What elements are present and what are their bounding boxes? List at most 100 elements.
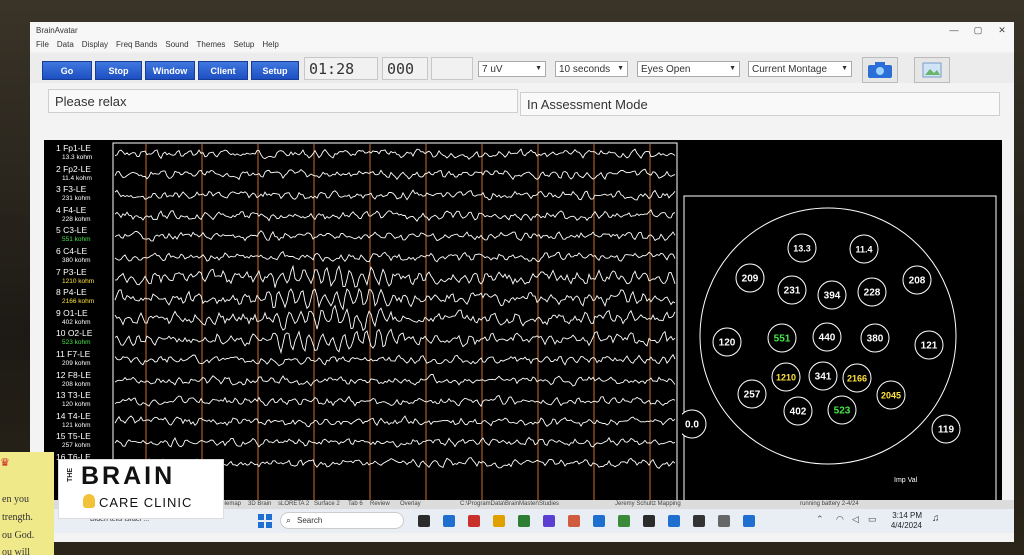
channel-name: 2 Fp2-LE bbox=[56, 163, 91, 174]
channel-label: 9 O1-LE 402 kohm bbox=[56, 308, 91, 327]
tab-review[interactable]: Review bbox=[370, 501, 390, 507]
clock-time: 3:14 PM bbox=[892, 511, 922, 520]
chevron-down-icon: ▼ bbox=[617, 65, 624, 72]
taskbar-app-icon[interactable] bbox=[518, 515, 530, 527]
menu-display[interactable]: Display bbox=[82, 40, 108, 49]
imp-val-label: Imp Val bbox=[894, 477, 918, 484]
taskbar-app-icon[interactable] bbox=[693, 515, 705, 527]
channel-label: 10 O2-LE 523 kohm bbox=[56, 329, 92, 347]
chevron-down-icon: ▼ bbox=[535, 65, 542, 72]
channel-name: 15 T5-LE bbox=[56, 431, 91, 442]
channel-name: 12 F8-LE bbox=[56, 369, 91, 380]
wifi-icon[interactable]: ◠ bbox=[836, 514, 844, 525]
notification-bell-icon[interactable]: ♫ bbox=[932, 513, 940, 524]
duration-select[interactable]: 10 seconds ▼ bbox=[555, 61, 628, 77]
eeg-trace bbox=[114, 189, 676, 201]
client-button[interactable]: Client bbox=[198, 61, 248, 80]
chevron-down-icon: ▼ bbox=[841, 65, 848, 72]
minimize-button[interactable]: — bbox=[942, 25, 966, 35]
scale-select[interactable]: 7 uV ▼ bbox=[478, 61, 546, 77]
tab-3d-brain[interactable]: 3D Brain bbox=[248, 501, 271, 507]
clock[interactable]: 3:14 PM 4/4/2024 bbox=[886, 511, 922, 531]
electrode-value: 380 bbox=[867, 334, 884, 345]
electrode-value: 231 bbox=[784, 286, 801, 297]
taskbar-app-icon[interactable] bbox=[618, 515, 630, 527]
channel-name: 3 F3-LE bbox=[56, 184, 87, 195]
tab-6[interactable]: Tab 6 bbox=[348, 501, 363, 507]
menu-setup[interactable]: Setup bbox=[233, 40, 254, 49]
taskbar-app-icon[interactable] bbox=[493, 515, 505, 527]
crown-icon: ♛ bbox=[0, 457, 10, 469]
montage-value: Current Montage bbox=[752, 63, 828, 75]
camera-button[interactable] bbox=[862, 57, 898, 83]
electrode-value: 11.4 bbox=[855, 245, 872, 255]
battery-icon[interactable]: ▭ bbox=[868, 514, 877, 525]
eeg-trace bbox=[114, 168, 676, 181]
go-button[interactable]: Go bbox=[42, 61, 92, 80]
volume-icon[interactable]: ◁ bbox=[852, 514, 859, 525]
tab-surface[interactable]: Surface 2 bbox=[314, 501, 340, 507]
eeg-trace bbox=[114, 374, 676, 387]
menu-help[interactable]: Help bbox=[262, 40, 278, 49]
channel-impedance: 121 kohm bbox=[62, 421, 91, 429]
channel-impedance: 402 kohm bbox=[62, 318, 91, 326]
logo-the: THE bbox=[67, 468, 74, 482]
search-label: Search bbox=[297, 516, 323, 525]
event-counter: 000 bbox=[382, 57, 428, 80]
eeg-trace bbox=[114, 230, 676, 242]
menu-data[interactable]: Data bbox=[57, 40, 74, 49]
taskbar-app-icon[interactable] bbox=[593, 515, 605, 527]
channel-label: 8 P4-LE 2166 kohm bbox=[56, 288, 94, 306]
stop-button[interactable]: Stop bbox=[95, 61, 142, 80]
logo-care-clinic: CARE CLINIC bbox=[99, 495, 193, 510]
channel-label: 7 P3-LE 1210 kohm bbox=[56, 266, 94, 286]
menu-themes[interactable]: Themes bbox=[197, 40, 226, 49]
electrode-value: 120 bbox=[719, 338, 736, 349]
taskbar-app-icon[interactable] bbox=[468, 515, 480, 527]
eeg-trace bbox=[114, 436, 676, 448]
eeg-trace bbox=[114, 209, 676, 222]
channel-name: 13 T3-LE bbox=[56, 390, 91, 401]
status-message: Please relax bbox=[48, 89, 518, 113]
taskbar-app-icon[interactable] bbox=[418, 515, 430, 527]
menu-sound[interactable]: Sound bbox=[165, 40, 188, 49]
menu-file[interactable]: File bbox=[36, 40, 49, 49]
tab-overlay[interactable]: Overlay bbox=[400, 501, 421, 507]
menu-freq-bands[interactable]: Freq Bands bbox=[116, 40, 157, 49]
channel-label: 3 F3-LE 231 kohm bbox=[56, 185, 91, 203]
taskbar-search-box[interactable]: ⌕ Search bbox=[280, 512, 404, 529]
windows-start-icon[interactable] bbox=[258, 514, 272, 528]
electrode-value: 551 bbox=[774, 334, 791, 345]
lightbulb-icon bbox=[83, 494, 95, 508]
taskbar-app-icon[interactable] bbox=[443, 515, 455, 527]
electrode-value: 208 bbox=[909, 276, 926, 287]
taskbar-app-icon[interactable] bbox=[743, 515, 755, 527]
maximize-button[interactable]: ▢ bbox=[966, 25, 990, 36]
montage-select[interactable]: Current Montage ▼ bbox=[748, 61, 852, 77]
taskbar-app-icon[interactable] bbox=[718, 515, 730, 527]
taskbar-app-icon[interactable] bbox=[543, 515, 555, 527]
channel-label: 12 F8-LE 208 kohm bbox=[56, 369, 91, 389]
eeg-trace bbox=[114, 250, 676, 263]
taskbar-app-icon[interactable] bbox=[643, 515, 655, 527]
user-name: Jeremy Schultz Mapping bbox=[615, 501, 681, 507]
taskbar-app-icon[interactable] bbox=[568, 515, 580, 527]
electrode-value: 341 bbox=[815, 372, 832, 383]
window-button[interactable]: Window bbox=[145, 61, 195, 80]
channel-labels: 1 Fp1-LE 13.3 kohm 2 Fp2-LE 11.4 kohm 3 F3-L… bbox=[44, 140, 114, 508]
electrode-value: 523 bbox=[834, 406, 851, 417]
eeg-trace-area[interactable] bbox=[112, 142, 682, 506]
electrode-value: 121 bbox=[921, 341, 938, 352]
eeg-trace bbox=[114, 264, 676, 288]
setup-button[interactable]: Setup bbox=[251, 61, 299, 80]
blank-display bbox=[431, 57, 473, 80]
channel-name: 6 C4-LE bbox=[56, 246, 88, 256]
tray-chevron-icon[interactable]: ⌃ bbox=[816, 514, 824, 525]
taskbar-app-icon[interactable] bbox=[668, 515, 680, 527]
close-button[interactable]: ✕ bbox=[990, 25, 1014, 36]
channel-name: 7 P3-LE bbox=[56, 266, 87, 277]
tab-sloreta[interactable]: sLORETA 2 bbox=[278, 501, 309, 507]
image-button[interactable] bbox=[914, 57, 950, 83]
condition-select[interactable]: Eyes Open ▼ bbox=[637, 61, 740, 77]
sticky-note: ♛ en you trength. ou God. ou will bbox=[0, 452, 54, 555]
